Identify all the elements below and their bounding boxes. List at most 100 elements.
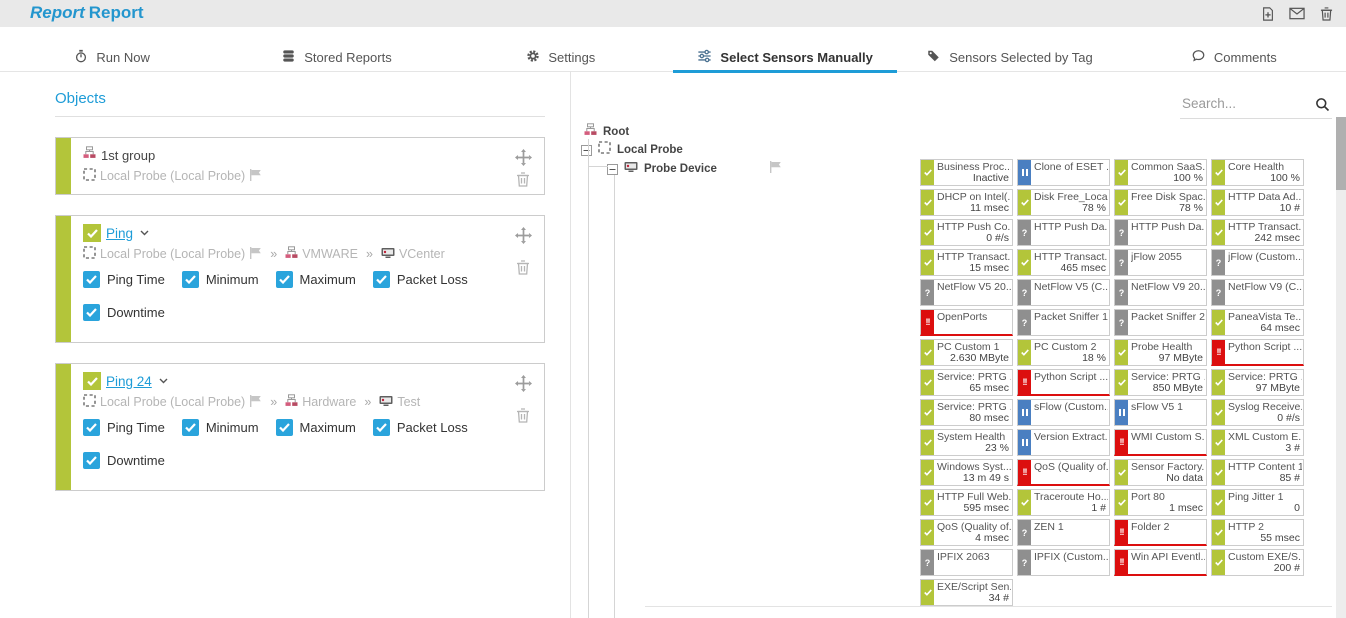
channel-checkbox-downtime[interactable]: Downtime [83, 304, 165, 321]
sensor-tile[interactable]: System Health23 % [920, 429, 1013, 456]
sensor-tile[interactable]: ?Packet Sniffer 2 [1114, 309, 1207, 336]
sensor-tile[interactable]: Service: PRTG ...80 msec [920, 399, 1013, 426]
tree-node-root[interactable]: Root [584, 124, 629, 140]
sensor-tile[interactable]: XML Custom E...3 # [1211, 429, 1304, 456]
sensor-tile[interactable]: ?Packet Sniffer 1 [1017, 309, 1110, 336]
sensor-tile[interactable]: ?NetFlow V5 20... [920, 279, 1013, 306]
sensor-tile[interactable]: Windows Syst...13 m 49 s [920, 459, 1013, 486]
sensor-tile[interactable]: Service: PRTG ...850 MByte [1114, 369, 1207, 396]
channel-checkbox-ping-time[interactable]: Ping Time [83, 271, 165, 288]
sensor-tile[interactable]: sFlow V5 1 [1114, 399, 1207, 426]
sensor-tile[interactable]: Common SaaS...100 % [1114, 159, 1207, 186]
checkbox-checked-icon[interactable] [182, 271, 199, 288]
sensor-tile[interactable]: !!QoS (Quality of... [1017, 459, 1110, 486]
sensor-tile[interactable]: ?IPFIX (Custom... [1017, 549, 1110, 576]
sensor-link[interactable]: Ping [106, 226, 133, 241]
channel-checkbox-ping-time[interactable]: Ping Time [83, 419, 165, 436]
sensor-tile[interactable]: ?HTTP Push Da... [1114, 219, 1207, 246]
tab-select-sensors-manually[interactable]: Select Sensors Manually [673, 44, 897, 71]
sensor-tile[interactable]: Core Health100 % [1211, 159, 1304, 186]
sensor-tile[interactable]: DHCP on Intel(...11 msec [920, 189, 1013, 216]
sensor-tile[interactable]: Clone of ESET ... [1017, 159, 1110, 186]
tab-run-now[interactable]: Run Now [0, 44, 224, 71]
tree-node-probe-device[interactable]: Probe Device [607, 161, 782, 177]
scrollbar[interactable] [1336, 117, 1346, 618]
checkbox-checked-icon[interactable] [276, 271, 293, 288]
add-report-icon[interactable] [1258, 4, 1278, 24]
sensor-tile[interactable]: ?IPFIX 2063 [920, 549, 1013, 576]
sensor-tile[interactable]: !!Folder 2 [1114, 519, 1207, 546]
sensor-tile[interactable]: !!Win API Eventl... [1114, 549, 1207, 576]
sensor-tile[interactable]: Disk Free_Local78 % [1017, 189, 1110, 216]
scrollbar-thumb[interactable] [1336, 117, 1346, 190]
sensor-tile[interactable]: Ping Jitter 10 [1211, 489, 1304, 516]
checkbox-checked-icon[interactable] [83, 452, 100, 469]
sensor-tile[interactable]: ?NetFlow V9 20... [1114, 279, 1207, 306]
move-handle-icon[interactable] [514, 374, 532, 392]
sensor-tile[interactable]: Version Extract... [1017, 429, 1110, 456]
tree-node-local-probe[interactable]: Local Probe [581, 142, 683, 158]
sensor-tile[interactable]: ?jFlow (Custom... [1211, 249, 1304, 276]
sensor-tile[interactable]: EXE/Script Sen...34 # [920, 579, 1013, 606]
sensor-link[interactable]: Ping 24 [106, 374, 152, 389]
sensor-tile[interactable]: Traceroute Ho...1 # [1017, 489, 1110, 516]
sensor-tile[interactable]: !!Python Script ... [1211, 339, 1304, 366]
delete-report-icon[interactable] [1316, 4, 1336, 24]
email-report-icon[interactable] [1287, 4, 1307, 24]
channel-checkbox-packet-loss[interactable]: Packet Loss [373, 271, 468, 288]
sensor-tile[interactable]: ?HTTP Push Da... [1017, 219, 1110, 246]
sensor-tile[interactable]: QoS (Quality of...4 msec [920, 519, 1013, 546]
sensor-tile[interactable]: PaneaVista Te...64 msec [1211, 309, 1304, 336]
sensor-tile[interactable]: ?jFlow 2055 [1114, 249, 1207, 276]
sensor-tile[interactable]: HTTP Transact...15 msec [920, 249, 1013, 276]
search-input[interactable] [1180, 92, 1308, 115]
sensor-tile[interactable]: HTTP 255 msec [1211, 519, 1304, 546]
sensor-tile[interactable]: !!WMI Custom S... [1114, 429, 1207, 456]
delete-object-icon[interactable] [514, 406, 532, 424]
channel-checkbox-maximum[interactable]: Maximum [276, 419, 356, 436]
delete-object-icon[interactable] [514, 258, 532, 276]
sensor-tile[interactable]: !!Python Script ... [1017, 369, 1110, 396]
sensor-tile[interactable]: ?ZEN 1 [1017, 519, 1110, 546]
checkbox-checked-icon[interactable] [83, 304, 100, 321]
sensor-tile[interactable]: Business Proc...Inactive [920, 159, 1013, 186]
sensor-tile[interactable]: HTTP Full Web...595 msec [920, 489, 1013, 516]
sensor-tile[interactable]: HTTP Content 185 # [1211, 459, 1304, 486]
sensor-tile[interactable]: Free Disk Spac...78 % [1114, 189, 1207, 216]
channel-checkbox-minimum[interactable]: Minimum [182, 419, 259, 436]
sensor-tile[interactable]: Custom EXE/S...200 # [1211, 549, 1304, 576]
tab-settings[interactable]: Settings [449, 44, 673, 71]
collapse-icon[interactable] [581, 145, 592, 156]
sensor-tile[interactable]: Probe Health97 MByte [1114, 339, 1207, 366]
search-icon[interactable] [1315, 97, 1330, 117]
chevron-down-icon[interactable] [159, 378, 168, 384]
tab-stored-reports[interactable]: Stored Reports [224, 44, 448, 71]
channel-checkbox-minimum[interactable]: Minimum [182, 271, 259, 288]
collapse-icon[interactable] [607, 164, 618, 175]
sensor-tile[interactable]: HTTP Data Ad...10 # [1211, 189, 1304, 216]
sensor-tile[interactable]: Syslog Receive...0 #/s [1211, 399, 1304, 426]
move-handle-icon[interactable] [514, 226, 532, 244]
tab-comments[interactable]: Comments [1122, 44, 1346, 71]
sensor-tile[interactable]: PC Custom 218 % [1017, 339, 1110, 366]
checkbox-checked-icon[interactable] [83, 271, 100, 288]
sensor-tile[interactable]: Port 801 msec [1114, 489, 1207, 516]
channel-checkbox-maximum[interactable]: Maximum [276, 271, 356, 288]
checkbox-checked-icon[interactable] [373, 271, 390, 288]
checkbox-checked-icon[interactable] [83, 419, 100, 436]
sensor-tile[interactable]: Sensor Factory...No data [1114, 459, 1207, 486]
sensor-tile[interactable]: Service: PRTG ...65 msec [920, 369, 1013, 396]
chevron-down-icon[interactable] [140, 230, 149, 236]
sensor-tile[interactable]: PC Custom 12.630 MByte [920, 339, 1013, 366]
sensor-tile[interactable]: ?NetFlow V9 (C... [1211, 279, 1304, 306]
move-handle-icon[interactable] [514, 148, 532, 166]
tab-sensors-selected-by-tag[interactable]: Sensors Selected by Tag [897, 44, 1121, 71]
sensor-tile[interactable]: Service: PRTG ...97 MByte [1211, 369, 1304, 396]
sensor-tile[interactable]: HTTP Push Co...0 #/s [920, 219, 1013, 246]
checkbox-checked-icon[interactable] [182, 419, 199, 436]
sensor-tile[interactable]: sFlow (Custom... [1017, 399, 1110, 426]
sensor-tile[interactable]: HTTP Transact...242 msec [1211, 219, 1304, 246]
sensor-tile[interactable]: !!OpenPorts [920, 309, 1013, 336]
sensor-tile[interactable]: HTTP Transact...465 msec [1017, 249, 1110, 276]
checkbox-checked-icon[interactable] [276, 419, 293, 436]
